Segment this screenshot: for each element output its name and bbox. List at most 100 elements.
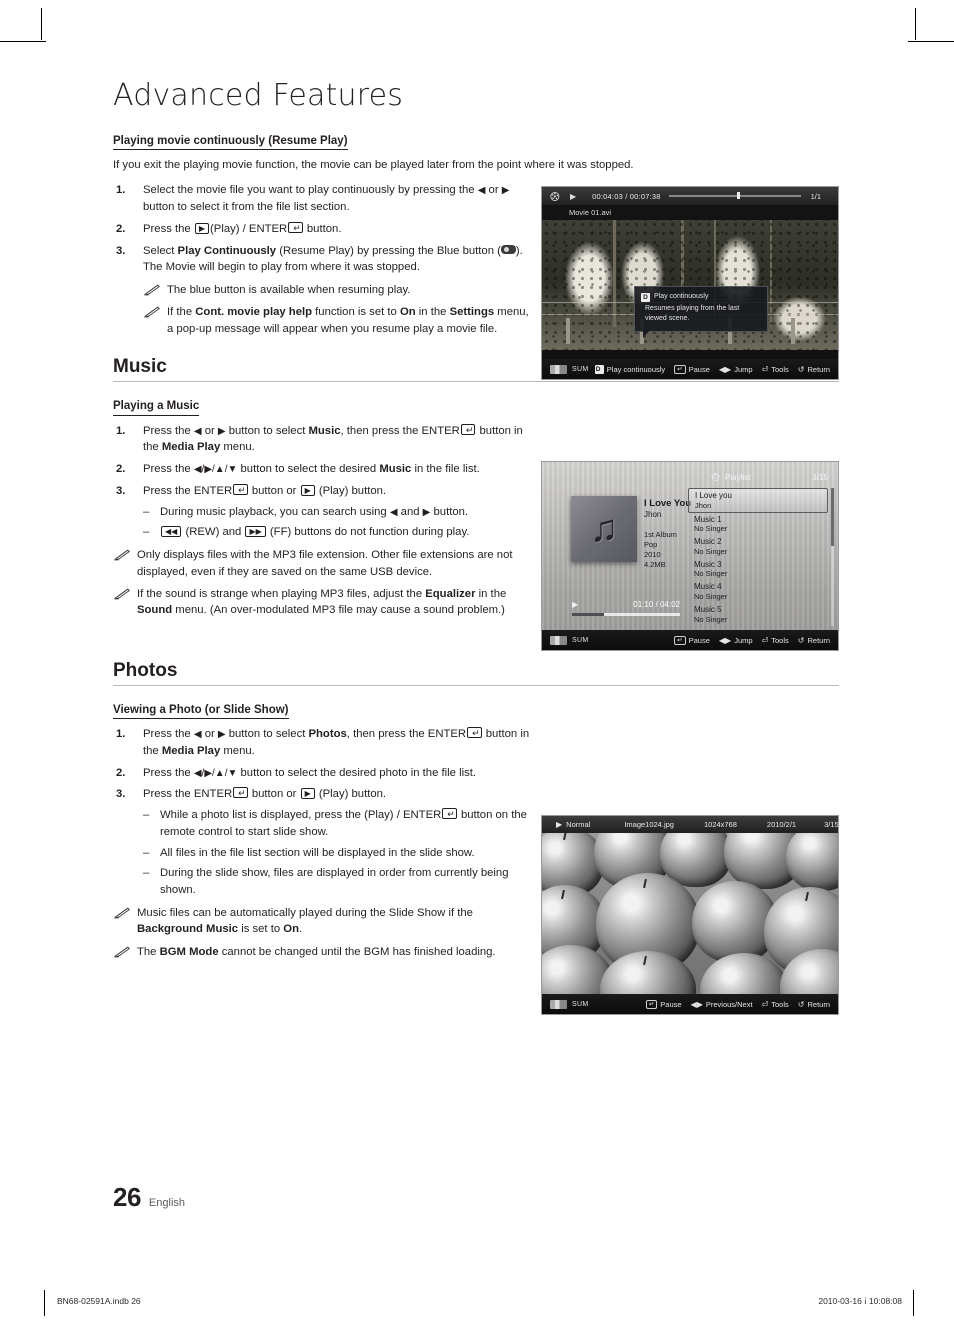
- legend-key-icon: ⏎: [761, 635, 769, 645]
- playlist-item[interactable]: Music 4 No Singer: [688, 580, 828, 603]
- sub-bullet-list: – During music playback, you can search u…: [143, 504, 530, 542]
- movie-legend: D Play continuously ↵ Pause ◀▶ Jump ⏎ Tools ↺ Ret…: [594, 364, 830, 374]
- manual-page: Advanced Features Playing movie continuo…: [0, 0, 954, 1321]
- photo-counter: 3/15: [824, 820, 839, 829]
- legend-item[interactable]: ↺ Return: [798, 636, 830, 645]
- numbered-step: 3. Press the ENTER ↵ button or ▶ (Play) bu…: [113, 483, 530, 541]
- direction-arrow-icon: ▶: [422, 506, 431, 518]
- movie-video-frame: D Play continuously Resumes playing from…: [542, 220, 838, 350]
- playlist-item-name: Music 1: [694, 514, 722, 524]
- legend-key-icon: ⏎: [761, 999, 769, 1009]
- dash-marker: –: [143, 867, 150, 880]
- movie-time-readout: 00:04:03 / 00:07:38: [592, 191, 661, 201]
- legend-item[interactable]: ↵ Pause: [674, 364, 710, 374]
- playlist-item[interactable]: Music 5 No Singer: [688, 603, 828, 626]
- dash-marker: –: [143, 809, 150, 822]
- step-text: Press the ENTER ↵ button or ▶ (Play) butt…: [143, 483, 387, 497]
- legend-item[interactable]: ◀▶ Jump: [719, 636, 753, 645]
- legend-key-icon: ↵: [645, 999, 658, 1009]
- legend-label: Tools: [771, 364, 789, 374]
- playlist-scrollbar[interactable]: [831, 488, 834, 626]
- photo-osd-top-bar: ▶ Normal Image1024.jpg 1024x768 2010/2/1…: [542, 816, 838, 833]
- note-item: If the Cont. movie play help function is…: [143, 304, 530, 337]
- playlist-item-singer: No Singer: [694, 569, 728, 579]
- legend-item[interactable]: ⏎ Tools: [762, 365, 789, 374]
- note-text: If the sound is strange when playing MP3…: [137, 587, 507, 617]
- playlist-item[interactable]: Music 3 No Singer: [688, 558, 828, 581]
- legend-key-icon: ◀▶: [718, 635, 732, 645]
- usb-device-icon: [550, 364, 567, 374]
- photo-legend: ↵ Pause ◀▶ Previous/Next ⏎ Tools ↺ Return: [645, 999, 830, 1009]
- step-text: Press the ▶ (Play) / ENTER ↵ button.: [143, 221, 342, 235]
- now-playing-album: 1st Album: [644, 530, 677, 540]
- section-title-photos: Photos: [113, 659, 178, 681]
- music-note-icon: ♫: [589, 508, 619, 550]
- movie-filename: Movie 01.avi: [542, 205, 838, 220]
- bold-term: Background Music: [137, 923, 239, 936]
- legend-label: Jump: [734, 364, 753, 374]
- sub-bullet-text: During music playback, you can search us…: [160, 505, 469, 518]
- remote-key-icon: ▶▶: [245, 526, 266, 538]
- legend-item[interactable]: ↵ Pause: [674, 635, 710, 645]
- legend-item[interactable]: D Play continuously: [594, 364, 665, 374]
- legend-key-icon: ↺: [797, 364, 805, 374]
- music-progress[interactable]: ▶ 01:10 / 04:02: [572, 600, 680, 616]
- playlist-item[interactable]: I Love you Jhon: [688, 488, 828, 513]
- legend-key-icon: D: [594, 364, 604, 374]
- legend-item[interactable]: ⏎ Tools: [762, 636, 789, 645]
- legend-key-icon: ◀▶: [690, 999, 703, 1009]
- legend-label: Tools: [771, 999, 789, 1009]
- remote-key-icon: ▶: [300, 484, 315, 496]
- playlist-item-name: Music 3: [694, 559, 722, 569]
- legend-item[interactable]: ◀▶ Previous/Next: [691, 1000, 753, 1009]
- movie-source-label: SUM: [572, 365, 589, 373]
- enter-key-icon: ↵: [460, 423, 476, 435]
- legend-item[interactable]: ⏎ Tools: [762, 1000, 789, 1009]
- subsection-heading-resume-play: Playing movie continuously (Resume Play): [113, 134, 348, 151]
- music-progress-bar[interactable]: [572, 613, 680, 616]
- bold-term: Cont. movie play help: [195, 306, 313, 319]
- now-playing-artist: Jhon: [644, 510, 662, 520]
- screenshot-movie-player: ▶ 00:04:03 / 00:07:38 1/1 Movie 01.avi D…: [541, 186, 839, 380]
- legend-item[interactable]: ↵ Pause: [645, 999, 682, 1009]
- movie-progress-bar[interactable]: [668, 192, 801, 199]
- music-legend: ↵ Pause ◀▶ Jump ⏎ Tools ↺ Return: [674, 635, 830, 645]
- photo-image-frame: [542, 833, 838, 996]
- note-item: If the sound is strange when playing MP3…: [113, 586, 530, 619]
- legend-item[interactable]: ↺ Return: [798, 365, 830, 374]
- sub-bullet-text: During the slide show, files are display…: [160, 867, 509, 897]
- section-rule-music: [113, 381, 839, 383]
- playlist-item-name: I Love you: [695, 491, 732, 500]
- bold-term: Equalizer: [425, 587, 476, 600]
- numbered-step: 1. Press the ◀ or ▶ button to select Musi…: [113, 423, 530, 457]
- direction-arrow-icon: ◀/▶/▲/▼: [193, 464, 238, 476]
- dash-marker: –: [143, 505, 150, 518]
- bold-term: Play Continuously: [177, 244, 277, 257]
- playlist-item-singer: No Singer: [694, 546, 728, 556]
- direction-arrow-icon: ▶: [217, 729, 226, 741]
- sub-bullet-text: While a photo list is displayed, press t…: [160, 808, 527, 838]
- blue-button-icon: [500, 244, 516, 254]
- playlist-item-singer: No Singer: [694, 614, 728, 624]
- playlist-item[interactable]: Music 2 No Singer: [688, 535, 828, 558]
- photo-date: 2010/2/1: [766, 820, 797, 829]
- music-source-label: SUM: [572, 636, 589, 644]
- step-text: Press the ENTER ↵ button or ▶ (Play) butt…: [143, 787, 387, 801]
- legend-label: Pause: [688, 635, 710, 645]
- numbered-step: 3. Select Play Continuously (Resume Play)…: [113, 243, 530, 276]
- page-language: English: [148, 1197, 185, 1209]
- bold-term: Media Play: [161, 441, 221, 454]
- movie-osd-bottom-bar: SUM D Play continuously ↵ Pause ◀▶ Jump ⏎ Tools…: [542, 359, 838, 379]
- resume-play-steps: 1. Select the movie file you want to play…: [113, 182, 530, 276]
- photos-steps: 1. Press the ◀ or ▶ button to select Phot…: [113, 726, 530, 899]
- photo-osd-bottom-bar: SUM ↵ Pause ◀▶ Previous/Next ⏎ Tools ↺ Return: [542, 994, 838, 1014]
- playlist-item[interactable]: Music 1 No Singer: [688, 513, 828, 536]
- subsection-heading-playing-a-music: Playing a Music: [113, 399, 200, 416]
- remote-key-icon: ◀◀: [161, 526, 182, 538]
- usb-device-icon: [550, 999, 567, 1009]
- legend-item[interactable]: ◀▶ Jump: [719, 365, 753, 374]
- screenshot-music-player: ♫ I Love You Jhon 1st Album Pop 2010 4.2…: [541, 461, 839, 651]
- enter-key-icon: ↵: [442, 808, 457, 820]
- legend-item[interactable]: ↺ Return: [798, 1000, 830, 1009]
- progress-knob[interactable]: [737, 192, 741, 199]
